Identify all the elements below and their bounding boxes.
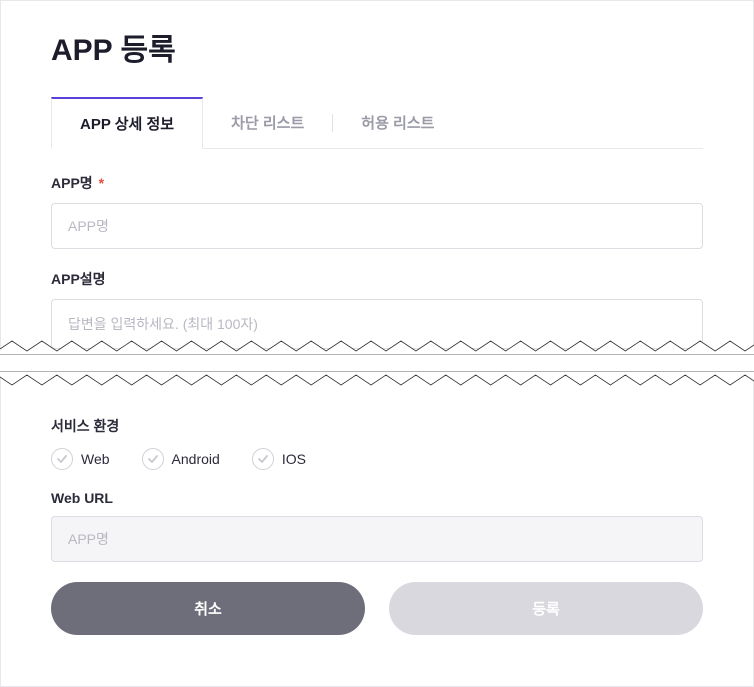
app-desc-input[interactable]	[51, 299, 703, 349]
app-name-input[interactable]	[51, 203, 703, 249]
tab-bar: APP 상세 정보 차단 리스트 허용 리스트	[51, 97, 703, 149]
tab-detail[interactable]: APP 상세 정보	[51, 97, 203, 149]
button-row: 취소 등록	[51, 582, 703, 635]
checkbox-web-label: Web	[81, 451, 110, 467]
app-name-label-text: APP명	[51, 175, 93, 191]
service-env-options: Web Android IOS	[51, 448, 703, 470]
check-icon	[142, 448, 164, 470]
form-card: APP 등록 APP 상세 정보 차단 리스트 허용 리스트 APP명 * AP…	[0, 0, 754, 687]
field-web-url: Web URL	[51, 490, 703, 562]
check-icon	[51, 448, 73, 470]
checkbox-android[interactable]: Android	[142, 448, 220, 470]
app-desc-label: APP설명	[51, 269, 703, 289]
field-service-env: 서비스 환경 Web Android	[51, 416, 703, 470]
app-name-label: APP명 *	[51, 173, 703, 193]
section-below-break: 서비스 환경 Web Android	[51, 416, 703, 635]
checkbox-ios[interactable]: IOS	[252, 448, 306, 470]
submit-button[interactable]: 등록	[389, 582, 703, 635]
check-icon	[252, 448, 274, 470]
cancel-button[interactable]: 취소	[51, 582, 365, 635]
content-area: APP 등록 APP 상세 정보 차단 리스트 허용 리스트 APP명 * AP…	[1, 1, 753, 659]
web-url-label: Web URL	[51, 490, 703, 506]
tab-blocklist[interactable]: 차단 리스트	[203, 97, 332, 148]
required-indicator: *	[99, 175, 104, 191]
tab-allowlist[interactable]: 허용 리스트	[333, 97, 462, 148]
field-app-desc: APP설명	[51, 269, 703, 354]
web-url-input[interactable]	[51, 516, 703, 562]
checkbox-web[interactable]: Web	[51, 448, 110, 470]
checkbox-ios-label: IOS	[282, 451, 306, 467]
checkbox-android-label: Android	[172, 451, 220, 467]
page-title: APP 등록	[51, 25, 703, 69]
service-env-label: 서비스 환경	[51, 416, 703, 436]
field-app-name: APP명 *	[51, 173, 703, 249]
